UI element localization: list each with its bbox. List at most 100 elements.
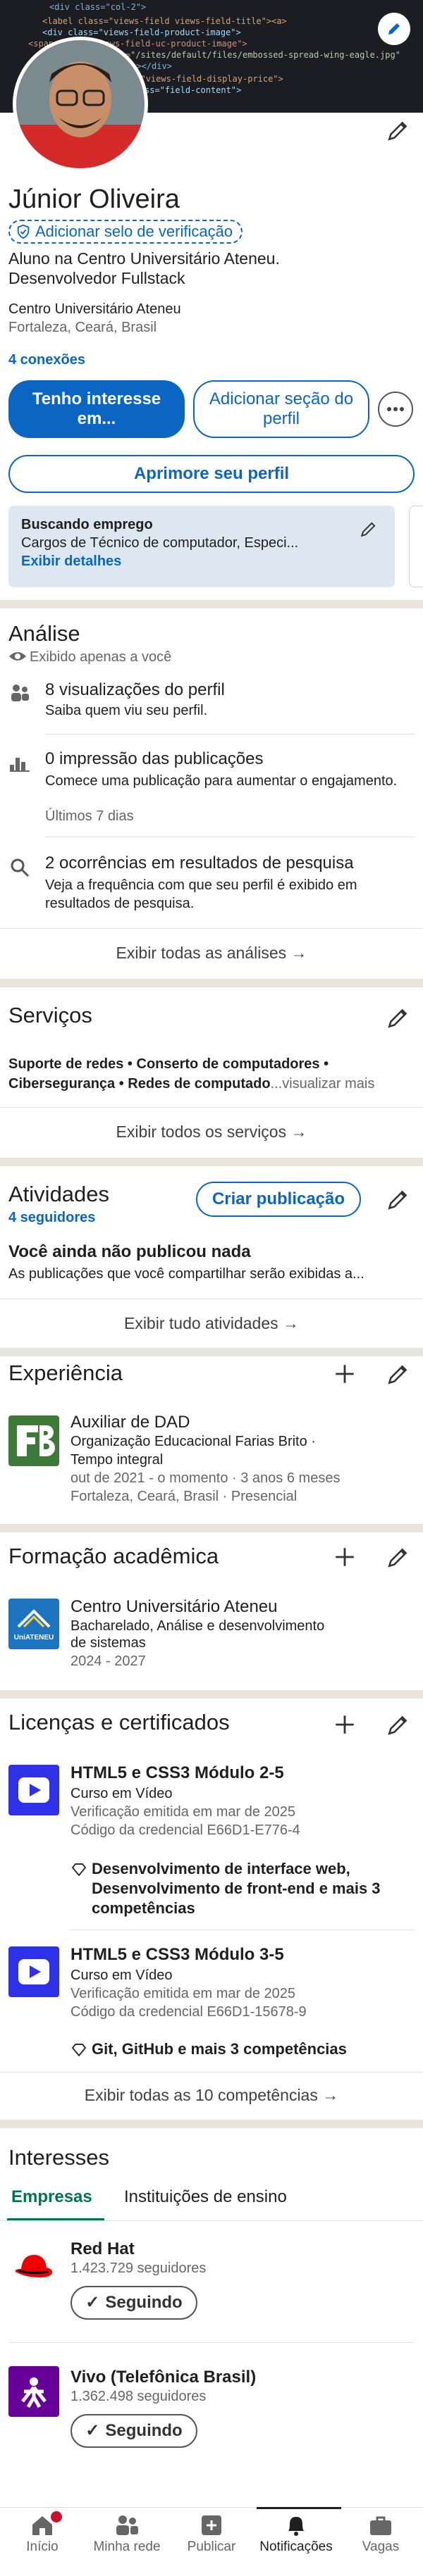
interest-name[interactable]: Red Hat <box>70 2239 135 2259</box>
license-credential: Código da credencial E66D1-E776-4 <box>70 1822 300 1838</box>
edit-education-pencil-icon[interactable] <box>386 1545 410 1569</box>
experience-title: Experiência <box>8 1361 123 1385</box>
interests-title: Interesses <box>8 2145 110 2170</box>
services-see-more-link[interactable]: ...visualizar mais <box>271 1076 375 1092</box>
show-all-activity-link[interactable]: Exibir tudo atividades → <box>0 1314 423 1333</box>
open-to-work-desc: Cargos de Técnico de computador, Especi.… <box>21 535 299 551</box>
avatar[interactable] <box>13 37 148 172</box>
avatar-photo <box>16 40 145 168</box>
nav-item-notifications[interactable]: Notificações <box>254 2514 338 2555</box>
open-to-work-details-link[interactable]: Exibir detalhes <box>21 554 121 570</box>
create-post-button[interactable]: Criar publicação <box>196 1182 361 1217</box>
pencil-icon <box>388 23 400 35</box>
license-skills-line[interactable]: competências <box>92 1899 195 1918</box>
following-label: Seguindo <box>105 2293 183 2312</box>
issuer-logo[interactable] <box>8 1946 59 1997</box>
nav-item-post[interactable]: Publicar <box>169 2514 254 2555</box>
license-credential: Código da credencial E66D1-15678-9 <box>70 2004 307 2020</box>
next-card-peek <box>409 506 423 587</box>
nav-label: Notificações <box>259 2539 333 2554</box>
nav-item-home[interactable]: Início <box>0 2514 85 2555</box>
activity-followers[interactable]: 4 seguidores <box>8 1210 95 1226</box>
open-to-work-title: Buscando emprego <box>21 517 153 532</box>
curso-em-video-logo-icon <box>18 1777 49 1803</box>
divider <box>0 2220 423 2221</box>
add-experience-plus-icon[interactable] <box>333 1362 357 1386</box>
nav-item-network[interactable]: Minha rede <box>85 2514 169 2555</box>
edit-experience-pencil-icon[interactable] <box>386 1362 410 1386</box>
edit-licenses-pencil-icon[interactable] <box>386 1713 410 1737</box>
edit-open-to-work-pencil-icon[interactable] <box>360 520 378 538</box>
vivo-logo-icon <box>21 2377 47 2408</box>
search-icon <box>11 858 30 877</box>
divider <box>0 1107 423 1108</box>
analytics-item-period: Últimos 7 dias <box>45 808 134 824</box>
section-separator <box>0 979 423 987</box>
nav-active-indicator <box>257 2507 341 2509</box>
section-separator <box>0 1524 423 1532</box>
vivo-logo[interactable] <box>8 2366 59 2417</box>
open-to-button[interactable]: Tenho interesse em... <box>8 380 185 438</box>
show-all-licenses-link[interactable]: Exibir todas as 10 competências → <box>0 2086 423 2105</box>
more-options-button[interactable] <box>378 392 413 427</box>
school-logo[interactable]: UniATENEU <box>8 1599 59 1649</box>
connections-link[interactable]: 4 conexões <box>8 352 85 368</box>
experience-place: Fortaleza, Ceará, Brasil · Presencial <box>70 1489 298 1504</box>
red-hat-logo-icon[interactable] <box>8 2239 59 2290</box>
company-logo[interactable] <box>8 1415 59 1466</box>
interest-followers: 1.423.729 seguidores <box>70 2261 207 2276</box>
divider <box>0 928 423 929</box>
add-license-plus-icon[interactable] <box>333 1713 357 1737</box>
people-icon <box>11 684 29 701</box>
section-separator <box>0 600 423 608</box>
analytics-visibility: Exibido apenas a você <box>30 649 172 665</box>
shield-check-icon <box>17 224 30 239</box>
following-button[interactable]: ✓ Seguindo <box>70 2414 197 2448</box>
svg-text:<img src="/sites/default/files: <img src="/sites/default/files/embossed-… <box>85 50 400 60</box>
analytics-item-title[interactable]: 0 impressão das publicações <box>45 749 264 769</box>
uniateneu-logo-text: UniATENEU <box>13 1634 54 1642</box>
improve-profile-button[interactable]: Aprimore seu perfil <box>8 455 415 493</box>
interest-name[interactable]: Vivo (Telefônica Brasil) <box>70 2368 256 2387</box>
tab-companies[interactable]: Empresas <box>11 2187 92 2207</box>
experience-type: Tempo integral <box>70 1452 164 1468</box>
analytics-item-title[interactable]: 2 ocorrências em resultados de pesquisa <box>45 854 354 873</box>
analytics-item-title: 8 visualizações do perfil <box>45 680 225 699</box>
profile-name: Júnior Oliveira <box>8 185 180 214</box>
show-all-services-link[interactable]: Exibir todos os serviços → <box>0 1123 423 1142</box>
briefcase-icon <box>370 2516 391 2535</box>
experience-org: Organização Educacional Farias Brito · <box>70 1434 316 1449</box>
edit-profile-pencil-icon[interactable] <box>386 118 410 142</box>
check-icon: ✓ <box>85 2421 100 2440</box>
following-button[interactable]: ✓ Seguindo <box>70 2286 197 2320</box>
edit-banner-button[interactable] <box>378 13 410 45</box>
license-skills-line[interactable]: Desenvolvimento de interface web, <box>92 1859 350 1879</box>
license-skills-line[interactable]: Desenvolvimento de front-end e mais 3 <box>92 1879 381 1899</box>
add-education-plus-icon[interactable] <box>333 1545 357 1569</box>
location: Fortaleza, Ceará, Brasil <box>8 320 157 335</box>
license-skills-line[interactable]: Git, GitHub e mais 3 competências <box>92 2039 347 2059</box>
current-institution[interactable]: Centro Universitário Ateneu <box>8 301 181 318</box>
eye-icon <box>9 652 26 661</box>
issuer-logo[interactable] <box>8 1765 59 1815</box>
analytics-title: Análise <box>8 621 80 646</box>
svg-text:<label class="views-field view: <label class="views-field views-field-ti… <box>42 16 287 26</box>
uniateneu-logo-icon <box>17 1609 51 1628</box>
nav-label: Início <box>26 2539 59 2554</box>
education-degree-2: de sistemas <box>70 1635 146 1651</box>
verify-badge-button[interactable]: Adicionar selo de verificação <box>8 220 243 244</box>
farias-brito-logo-icon <box>17 1425 55 1456</box>
license-name[interactable]: HTML5 e CSS3 Módulo 3-5 <box>70 1945 284 1965</box>
add-section-button[interactable]: Adicionar seção do perfil <box>193 380 369 438</box>
license-issued: Verificação emitida em mar de 2025 <box>70 1986 296 2001</box>
tab-schools[interactable]: Instituições de ensino <box>124 2187 287 2207</box>
edit-activity-pencil-icon[interactable] <box>386 1187 410 1211</box>
bar-chart-icon <box>10 758 30 772</box>
experience-role[interactable]: Auxiliar de DAD <box>70 1413 190 1432</box>
license-name[interactable]: HTML5 e CSS3 Módulo 2-5 <box>70 1763 284 1783</box>
section-separator <box>0 1690 423 1699</box>
show-all-analytics-link[interactable]: Exibir todas as análises → <box>0 944 423 963</box>
nav-item-jobs[interactable]: Vagas <box>338 2514 423 2555</box>
edit-services-pencil-icon[interactable] <box>386 1006 410 1030</box>
education-school[interactable]: Centro Universitário Ateneu <box>70 1597 277 1617</box>
